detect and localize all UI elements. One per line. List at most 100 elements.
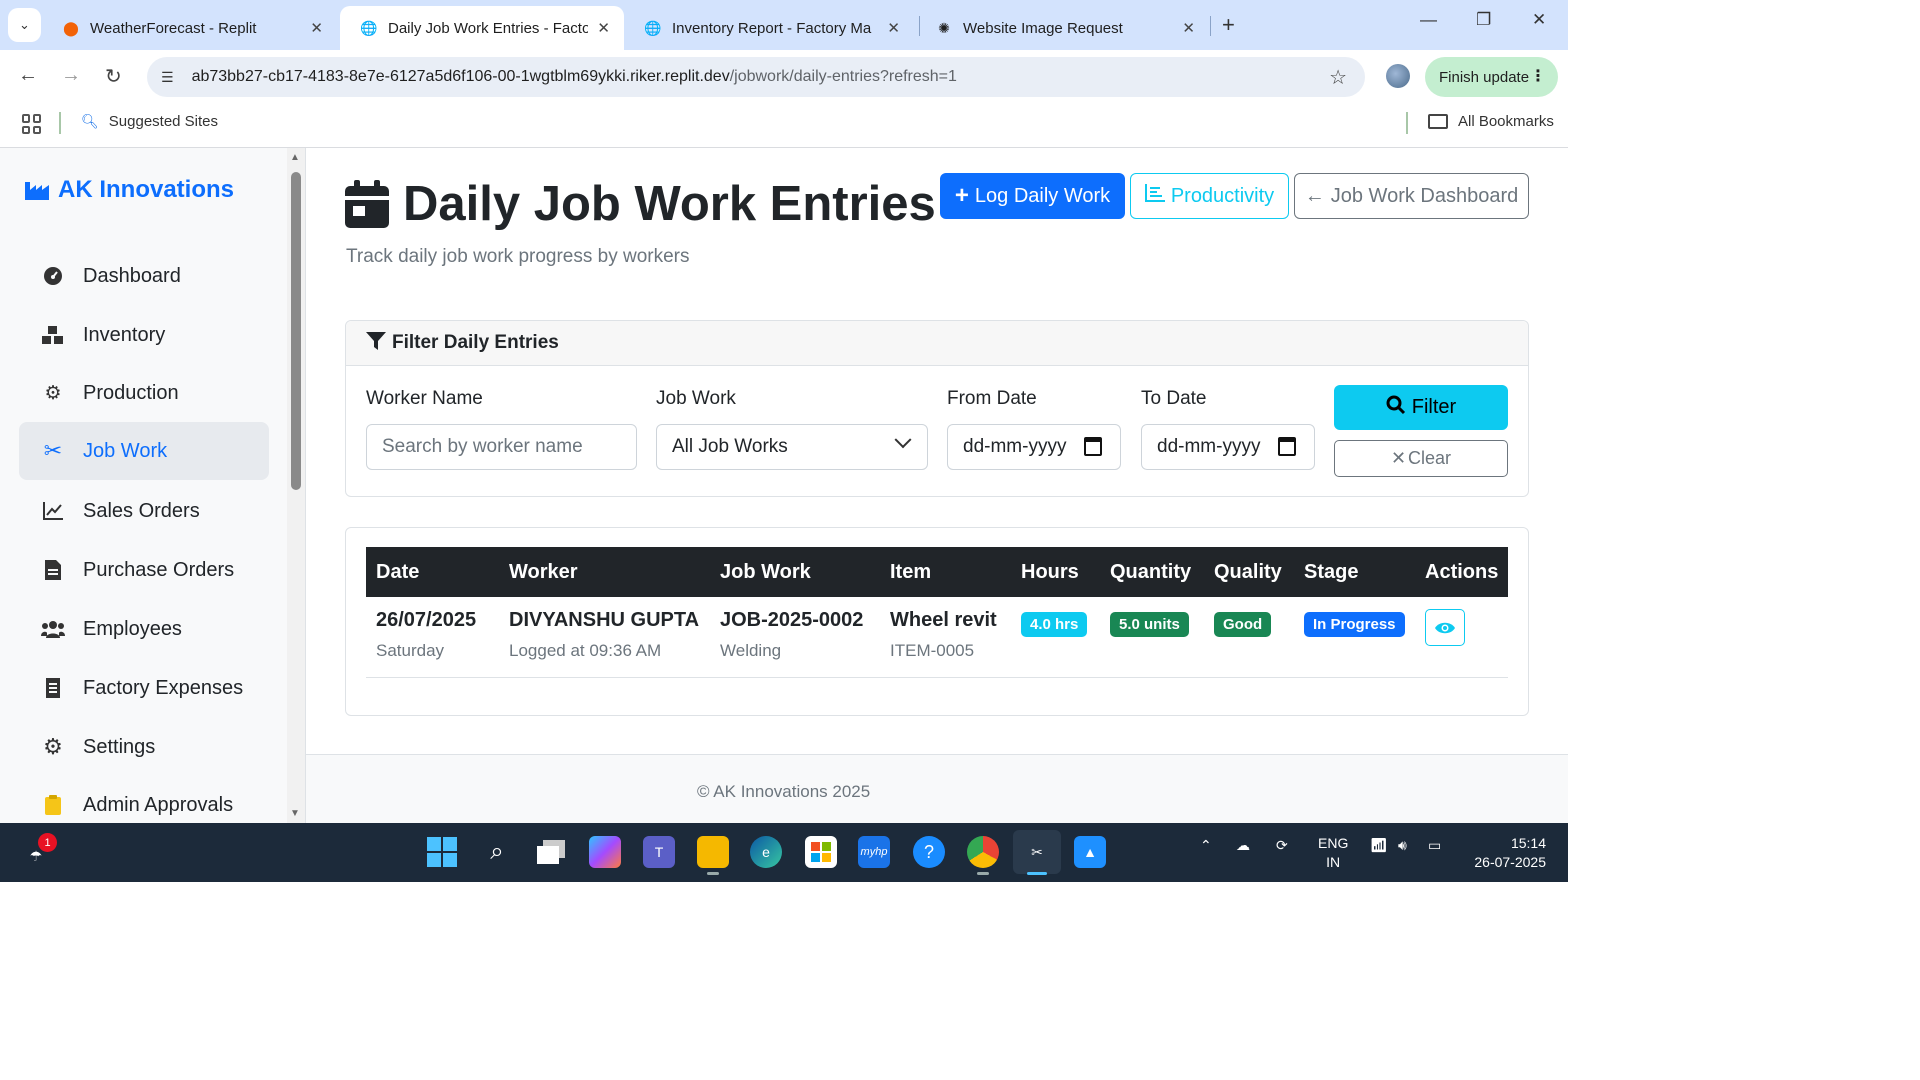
bookmarks-bar xyxy=(0,104,1568,148)
col-actions: Actions xyxy=(1415,547,1508,597)
teams-icon[interactable]: T xyxy=(643,836,675,868)
job-number: JOB-2025-0002 xyxy=(720,609,864,631)
chrome-icon[interactable] xyxy=(967,836,999,868)
tab-daily-job-work[interactable]: 🌐 Daily Job Work Entries - Factory ✕ xyxy=(340,6,624,50)
filter-card-header: Filter Daily Entries xyxy=(346,321,1528,366)
onedrive-icon[interactable]: ☁ xyxy=(1236,837,1250,854)
users-icon xyxy=(41,620,65,638)
worker-search-input[interactable]: Search by worker name xyxy=(366,424,637,470)
industry-icon xyxy=(25,182,49,200)
close-icon[interactable]: ✕ xyxy=(310,19,323,37)
job-work-dashboard-button[interactable]: ← Job Work Dashboard xyxy=(1294,173,1529,219)
photos-icon[interactable]: ▲ xyxy=(1074,836,1106,868)
calendar-picker-icon[interactable] xyxy=(1084,437,1102,456)
search-icon[interactable]: ⌕ xyxy=(481,836,513,868)
sidebar-item-job-work[interactable]: ✂ Job Work xyxy=(19,422,269,480)
page-title: Daily Job Work Entries xyxy=(345,176,936,232)
clear-button[interactable]: ✕ Clear xyxy=(1334,440,1508,477)
filter-button[interactable]: Filter xyxy=(1334,385,1508,430)
tab-search-button[interactable]: ⌄ xyxy=(8,8,41,42)
profile-avatar[interactable] xyxy=(1386,64,1410,88)
back-button[interactable]: ← xyxy=(18,64,38,87)
job-work-select[interactable]: All Job Works xyxy=(656,424,928,470)
apps-grid-icon[interactable] xyxy=(22,114,42,134)
chevron-up-icon[interactable]: ⌃ xyxy=(1200,837,1212,854)
file-invoice-icon xyxy=(41,560,65,580)
suggested-sites-link[interactable]: 🔍︎ Suggested Sites xyxy=(81,113,218,130)
search-icon: 🔍︎ xyxy=(81,113,99,129)
sidebar-item-dashboard[interactable]: Dashboard xyxy=(19,247,269,305)
edge-icon[interactable]: e xyxy=(750,836,782,868)
reload-button[interactable]: ↻ xyxy=(105,64,122,89)
sidebar-item-employees[interactable]: Employees xyxy=(19,600,269,658)
eye-icon xyxy=(1435,622,1455,633)
help-icon[interactable]: ? xyxy=(913,836,945,868)
site-info-icon[interactable]: ☰ xyxy=(161,69,174,86)
bookmark-divider xyxy=(59,112,61,134)
tab-weatherforecast[interactable]: ⬤ WeatherForecast - Replit ✕ xyxy=(42,6,337,50)
file-explorer-icon[interactable] xyxy=(697,836,729,868)
page-footer xyxy=(306,754,1568,823)
entries-table: Date Worker Job Work Item Hours Quantity… xyxy=(366,547,1508,678)
sync-icon[interactable]: ⟳ xyxy=(1276,837,1288,854)
log-daily-work-button[interactable]: + Log Daily Work xyxy=(940,173,1125,219)
sidebar-item-inventory[interactable]: Inventory xyxy=(19,306,269,364)
scrollbar-thumb[interactable] xyxy=(291,172,301,490)
quantity-cell: 5.0 units xyxy=(1100,597,1204,678)
page-subtitle: Track daily job work progress by workers xyxy=(346,246,690,267)
logged-time: Logged at 09:36 AM xyxy=(509,641,662,660)
close-icon[interactable]: ✕ xyxy=(597,19,610,37)
replit-icon: ⬤ xyxy=(63,19,79,36)
wifi-icon[interactable]: 📶︎ xyxy=(1370,837,1388,854)
snipping-tool-icon[interactable]: ✂ xyxy=(1013,830,1061,874)
sidebar-item-sales-orders[interactable]: Sales Orders xyxy=(19,482,269,540)
from-date-input[interactable]: dd-mm-yyyy xyxy=(947,424,1121,470)
scroll-up-arrow[interactable]: ▲ xyxy=(290,152,300,163)
sidebar-item-label: Factory Expenses xyxy=(83,676,244,699)
running-indicator xyxy=(977,872,989,875)
url-text[interactable]: ab73bb27-cb17-4183-8e7e-6127a5d6f106-00-… xyxy=(192,68,957,86)
finish-update-button[interactable]: Finish update ⋮ xyxy=(1425,57,1558,97)
windows-start-icon[interactable] xyxy=(426,836,458,868)
restore-button[interactable]: ❐ xyxy=(1476,10,1491,30)
brand-logo[interactable]: AK Innovations xyxy=(25,176,234,204)
close-icon[interactable]: ✕ xyxy=(887,19,900,37)
active-app-indicator xyxy=(1027,872,1047,875)
col-quantity: Quantity xyxy=(1100,547,1204,597)
volume-icon[interactable]: 🔊︎ xyxy=(1398,837,1407,854)
forward-button[interactable]: → xyxy=(61,64,81,87)
sidebar-item-factory-expenses[interactable]: Factory Expenses xyxy=(19,659,269,717)
view-entry-button[interactable] xyxy=(1425,609,1465,646)
system-clock[interactable]: 15:14 26-07-2025 xyxy=(1466,834,1546,872)
all-bookmarks-button[interactable]: All Bookmarks xyxy=(1428,113,1554,130)
productivity-button[interactable]: Productivity xyxy=(1130,173,1289,219)
battery-icon[interactable]: ▭ xyxy=(1428,837,1441,854)
entry-day: Saturday xyxy=(376,641,445,660)
myhp-icon[interactable]: myhp xyxy=(858,836,890,868)
address-bar[interactable]: ☰ ab73bb27-cb17-4183-8e7e-6127a5d6f106-0… xyxy=(147,57,1365,97)
minimize-button[interactable]: — xyxy=(1420,10,1437,30)
copilot-icon[interactable] xyxy=(589,836,621,868)
folder-icon xyxy=(1428,114,1448,129)
to-date-input[interactable]: dd-mm-yyyy xyxy=(1141,424,1315,470)
globe-icon: 🌐 xyxy=(644,19,662,36)
language-indicator[interactable]: ENG IN xyxy=(1318,834,1348,872)
sidebar-item-production[interactable]: ⚙ Production xyxy=(19,364,269,422)
window-close-button[interactable]: ✕ xyxy=(1532,10,1546,30)
task-view-icon[interactable] xyxy=(535,836,567,868)
close-icon[interactable]: ✕ xyxy=(1182,19,1195,37)
calendar-picker-icon[interactable] xyxy=(1278,437,1296,456)
tab-inventory-report[interactable]: 🌐 Inventory Report - Factory Man ✕ xyxy=(624,6,914,50)
tab-website-image-request[interactable]: ✺ Website Image Request ✕ xyxy=(915,6,1209,50)
sidebar-item-settings[interactable]: ⚙ Settings xyxy=(19,718,269,776)
tab-title: WeatherForecast - Replit xyxy=(90,19,257,37)
microsoft-store-icon[interactable] xyxy=(805,836,837,868)
scroll-down-arrow[interactable]: ▼ xyxy=(290,808,300,819)
tab-separator xyxy=(1210,16,1211,36)
bookmark-star-icon[interactable]: ☆ xyxy=(1329,65,1347,90)
col-worker: Worker xyxy=(499,547,710,597)
sidebar-item-purchase-orders[interactable]: Purchase Orders xyxy=(19,541,269,599)
new-tab-button[interactable]: + xyxy=(1222,12,1235,38)
tab-title: Website Image Request xyxy=(963,19,1123,37)
menu-dots-icon[interactable]: ⋮ xyxy=(1530,66,1546,86)
